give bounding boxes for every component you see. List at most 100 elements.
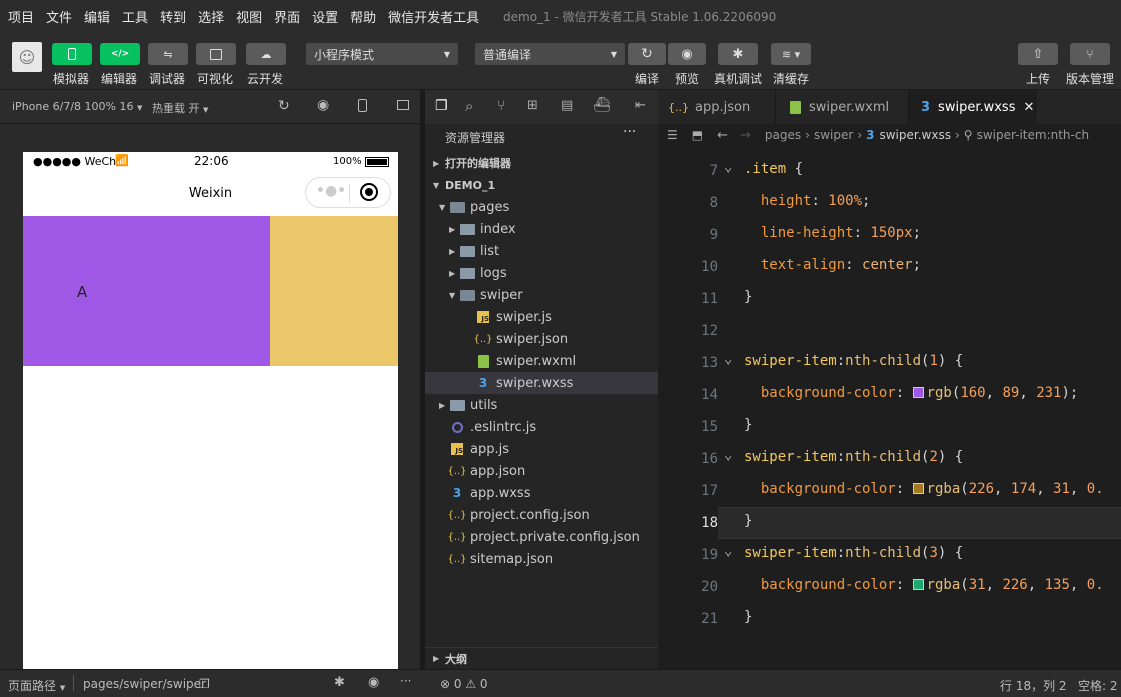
visual-label: 可视化	[197, 72, 234, 86]
file-tree-item[interactable]: ▼ pages	[425, 196, 658, 218]
swiper-item-1[interactable]: A	[23, 216, 270, 366]
tab-app-json[interactable]: {..} app.json	[658, 90, 776, 124]
compile-select[interactable]: 普通编译 ▼	[475, 43, 625, 65]
menu-goto[interactable]: 转到	[152, 7, 190, 26]
swiper-item-2[interactable]	[270, 216, 398, 366]
file-tree-item[interactable]: {..} project.private.config.json	[425, 526, 658, 548]
close-icon[interactable]: ✕	[1023, 100, 1034, 115]
more-icon[interactable]: ···	[400, 674, 411, 688]
mode-select[interactable]: 小程序模式 ▼	[306, 43, 458, 65]
menu-tools[interactable]: 工具	[114, 7, 152, 26]
color-swatch[interactable]	[912, 579, 924, 590]
menu-settings[interactable]: 设置	[304, 7, 342, 26]
page-path-select[interactable]: 页面路径 ▼	[8, 677, 65, 694]
search-icon[interactable]: ⌕	[465, 97, 473, 115]
menu-edit[interactable]: 编辑	[76, 7, 114, 26]
tab-swiper-wxss[interactable]: 3 swiper.wxss ✕	[909, 90, 1037, 124]
stop-icon[interactable]: ◉	[317, 97, 329, 113]
file-tree-item[interactable]: {..} app.json	[425, 460, 658, 482]
fold-chevron-icon[interactable]: ⌄	[724, 159, 732, 175]
compile-button[interactable]: ↻	[628, 43, 666, 65]
visual-toggle-button[interactable]	[196, 43, 236, 65]
code-token: nth-child	[845, 353, 922, 369]
project-section[interactable]: ▼ DEMO_1	[425, 174, 658, 196]
avatar[interactable]: ☺	[12, 42, 42, 72]
more-icon[interactable]: ···	[623, 124, 636, 140]
cursor-position[interactable]: 行 18，列 2	[1000, 677, 1067, 694]
code-token: (	[960, 481, 969, 497]
problems-indicator[interactable]: ⊗ 0 ⚠ 0	[440, 677, 488, 691]
file-tree-item[interactable]: ▶ logs	[425, 262, 658, 284]
file-tree-item[interactable]: 3 swiper.wxss	[425, 372, 658, 394]
file-tree-item[interactable]: JS app.js	[425, 438, 658, 460]
file-tree-item[interactable]: ▼ swiper	[425, 284, 658, 306]
eye-icon[interactable]: ◉	[368, 675, 379, 690]
layout-icon[interactable]: ▤	[561, 98, 573, 113]
clear-cache-button[interactable]: ≋ ▾	[771, 43, 811, 65]
code-editor[interactable]: 7 ⌄ .item {8 height: 100%; 9 line-height: 1…	[658, 146, 1121, 669]
outline-section[interactable]: ▶ 大纲	[425, 647, 658, 669]
menu-file[interactable]: 文件	[38, 7, 76, 26]
code-line: height: 100%;	[744, 193, 871, 209]
color-swatch[interactable]	[912, 483, 924, 494]
debugger-toggle-button[interactable]: ⇋	[148, 43, 188, 65]
open-editors-section[interactable]: ▶ 打开的编辑器	[425, 152, 658, 174]
device-select[interactable]: iPhone 6/7/8 100% 16 ▼	[12, 100, 142, 113]
line-number: 13	[701, 355, 718, 371]
version-button[interactable]: ⑂	[1070, 43, 1110, 65]
extensions-icon[interactable]: ⊞	[527, 98, 538, 113]
menu-wechat-devtools[interactable]: 微信开发者工具	[380, 7, 483, 26]
simulator-toggle-button[interactable]	[52, 43, 92, 65]
refresh-icon[interactable]: ↻	[278, 98, 290, 114]
file-tree-item[interactable]: JS swiper.js	[425, 306, 658, 328]
cloud-toggle-button[interactable]: ☁	[246, 43, 286, 65]
menu-view[interactable]: 视图	[228, 7, 266, 26]
file-tree-item[interactable]: swiper.wxml	[425, 350, 658, 372]
menu-help[interactable]: 帮助	[342, 7, 380, 26]
file-tree-item[interactable]: {..} swiper.json	[425, 328, 658, 350]
menu-project[interactable]: 项目	[0, 7, 38, 26]
fold-chevron-icon[interactable]: ⌄	[724, 447, 732, 463]
editor-toggle-button[interactable]: </>	[100, 43, 140, 65]
tab-swiper-wxml[interactable]: swiper.wxml	[776, 90, 909, 124]
indent-setting[interactable]: 空格: 2	[1078, 677, 1118, 694]
file-tree-item[interactable]: 3 app.wxss	[425, 482, 658, 504]
real-debug-button[interactable]: ✱	[718, 43, 758, 65]
preview-button[interactable]: ◉	[668, 43, 706, 65]
menu-select[interactable]: 选择	[190, 7, 228, 26]
breadcrumb-swiper[interactable]: swiper	[814, 128, 853, 142]
file-tree-item[interactable]: {..} project.config.json	[425, 504, 658, 526]
copy-icon[interactable]: ❐	[199, 677, 210, 691]
bug-icon[interactable]: ✱	[334, 675, 345, 690]
upload-button[interactable]: ⇧	[1018, 43, 1058, 65]
file-tree-item[interactable]: .eslintrc.js	[425, 416, 658, 438]
file-tree-item[interactable]: ▶ list	[425, 240, 658, 262]
more-icon[interactable]: •●•	[316, 183, 346, 199]
file-tree-item[interactable]: {..} sitemap.json	[425, 548, 658, 570]
window-icon[interactable]	[397, 100, 409, 110]
source-control-icon[interactable]: ⑂	[497, 98, 505, 114]
list-icon[interactable]: ☰	[667, 128, 678, 142]
bookmark-icon[interactable]: ⬒	[692, 128, 703, 142]
phone-icon[interactable]	[358, 99, 367, 112]
file-tree-item[interactable]: ▶ utils	[425, 394, 658, 416]
menu-interface[interactable]: 界面	[266, 7, 304, 26]
hot-reload-toggle[interactable]: 热重载 开 ▼	[152, 100, 208, 116]
close-miniprogram-icon[interactable]	[360, 183, 378, 201]
code-line: }	[744, 513, 752, 529]
back-arrow-icon[interactable]: ←	[717, 128, 728, 143]
breadcrumb-symbol[interactable]: swiper-item:nth-ch	[977, 128, 1090, 142]
breadcrumb-file[interactable]: swiper.wxss	[879, 128, 950, 142]
file-tree-item[interactable]: ▶ index	[425, 218, 658, 240]
fold-chevron-icon[interactable]: ⌄	[724, 351, 732, 367]
collapse-panel-icon[interactable]: ⇤	[635, 98, 646, 113]
breadcrumb-pages[interactable]: pages	[765, 128, 801, 142]
color-swatch[interactable]	[912, 387, 924, 398]
tab-label: app.json	[695, 99, 751, 115]
files-icon[interactable]: ❐	[435, 98, 448, 114]
docker-icon[interactable]: ⛴	[593, 97, 611, 113]
chevron-down-icon: ▼	[433, 180, 440, 190]
fold-chevron-icon[interactable]: ⌄	[724, 543, 732, 559]
